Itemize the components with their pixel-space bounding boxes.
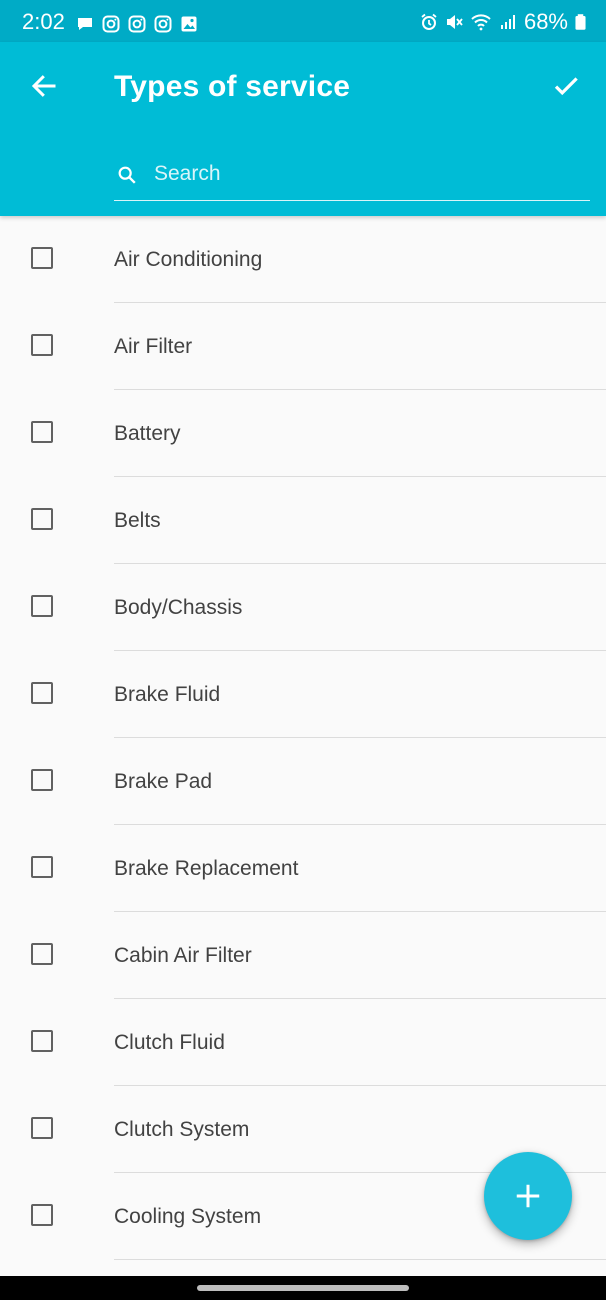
checkbox[interactable] bbox=[31, 943, 53, 965]
checkbox[interactable] bbox=[31, 334, 53, 356]
service-type-label: Brake Pad bbox=[114, 770, 213, 793]
alarm-icon bbox=[421, 13, 437, 30]
notification-icons bbox=[76, 15, 198, 33]
battery-percent: 68% bbox=[523, 9, 568, 34]
system-status: 68% bbox=[420, 10, 586, 34]
checkbox[interactable] bbox=[31, 856, 53, 878]
list-item[interactable]: Brake Replacement bbox=[0, 825, 606, 912]
list-item[interactable]: Air Conditioning bbox=[0, 216, 606, 303]
checkbox[interactable] bbox=[31, 421, 53, 443]
list-item[interactable]: Clutch Fluid bbox=[0, 999, 606, 1086]
service-type-list: Air Conditioning Air Filter Battery Belts Bo… bbox=[0, 216, 606, 1260]
list-item[interactable]: Belts bbox=[0, 477, 606, 564]
list-item[interactable]: Brake Pad bbox=[0, 738, 606, 825]
service-type-label: Brake Replacement bbox=[114, 857, 299, 880]
wifi-icon bbox=[471, 14, 491, 31]
gallery-icon bbox=[181, 16, 197, 32]
checkbox[interactable] bbox=[31, 1204, 53, 1226]
checkbox[interactable] bbox=[31, 1030, 53, 1052]
app-bar: Types of service bbox=[0, 42, 606, 216]
service-type-label: Clutch Fluid bbox=[114, 1031, 225, 1054]
list-item[interactable]: Body/Chassis bbox=[0, 564, 606, 651]
service-type-label: Cabin Air Filter bbox=[114, 944, 252, 967]
instagram-icon bbox=[102, 15, 120, 33]
service-type-label: Cooling System bbox=[114, 1205, 262, 1228]
checkbox[interactable] bbox=[31, 1117, 53, 1139]
instagram-icon bbox=[154, 15, 172, 33]
checkbox[interactable] bbox=[31, 595, 53, 617]
add-service-type-button[interactable] bbox=[484, 1152, 572, 1240]
checkbox[interactable] bbox=[31, 247, 53, 269]
checkbox[interactable] bbox=[31, 682, 53, 704]
screen: 2:02 68% Types of service Search Air Con… bbox=[0, 0, 606, 1300]
search-input[interactable] bbox=[154, 156, 574, 192]
signal-icon bbox=[500, 15, 515, 29]
list-item[interactable]: Cabin Air Filter bbox=[0, 912, 606, 999]
plus-icon bbox=[516, 1184, 540, 1208]
checkbox[interactable] bbox=[31, 508, 53, 530]
list-item[interactable]: Air Filter bbox=[0, 303, 606, 390]
system-nav-bar bbox=[0, 1276, 606, 1300]
service-type-label: Body/Chassis bbox=[114, 596, 243, 619]
service-type-label: Brake Fluid bbox=[114, 683, 221, 706]
service-type-label: Clutch System bbox=[114, 1118, 250, 1141]
search-bar bbox=[114, 150, 590, 201]
service-type-label: Air Conditioning bbox=[114, 248, 263, 271]
search-icon bbox=[118, 166, 136, 184]
instagram-icon bbox=[128, 15, 146, 33]
page-title: Types of service bbox=[114, 70, 351, 103]
mute-icon bbox=[446, 15, 463, 29]
home-indicator[interactable] bbox=[197, 1285, 409, 1291]
confirm-button[interactable] bbox=[544, 64, 588, 108]
service-type-label: Belts bbox=[114, 509, 161, 532]
service-type-label: Air Filter bbox=[114, 335, 193, 358]
battery-icon bbox=[575, 14, 586, 30]
status-bar: 2:02 68% bbox=[0, 0, 606, 42]
service-type-label: Battery bbox=[114, 422, 181, 445]
chat-icon bbox=[78, 18, 92, 30]
back-button[interactable] bbox=[22, 64, 66, 108]
arrow-back-icon bbox=[31, 75, 56, 97]
checkbox[interactable] bbox=[31, 769, 53, 791]
check-icon bbox=[554, 77, 578, 96]
divider bbox=[114, 1259, 606, 1260]
status-time: 2:02 bbox=[22, 9, 65, 34]
list-item[interactable]: Battery bbox=[0, 390, 606, 477]
list-item[interactable]: Brake Fluid bbox=[0, 651, 606, 738]
